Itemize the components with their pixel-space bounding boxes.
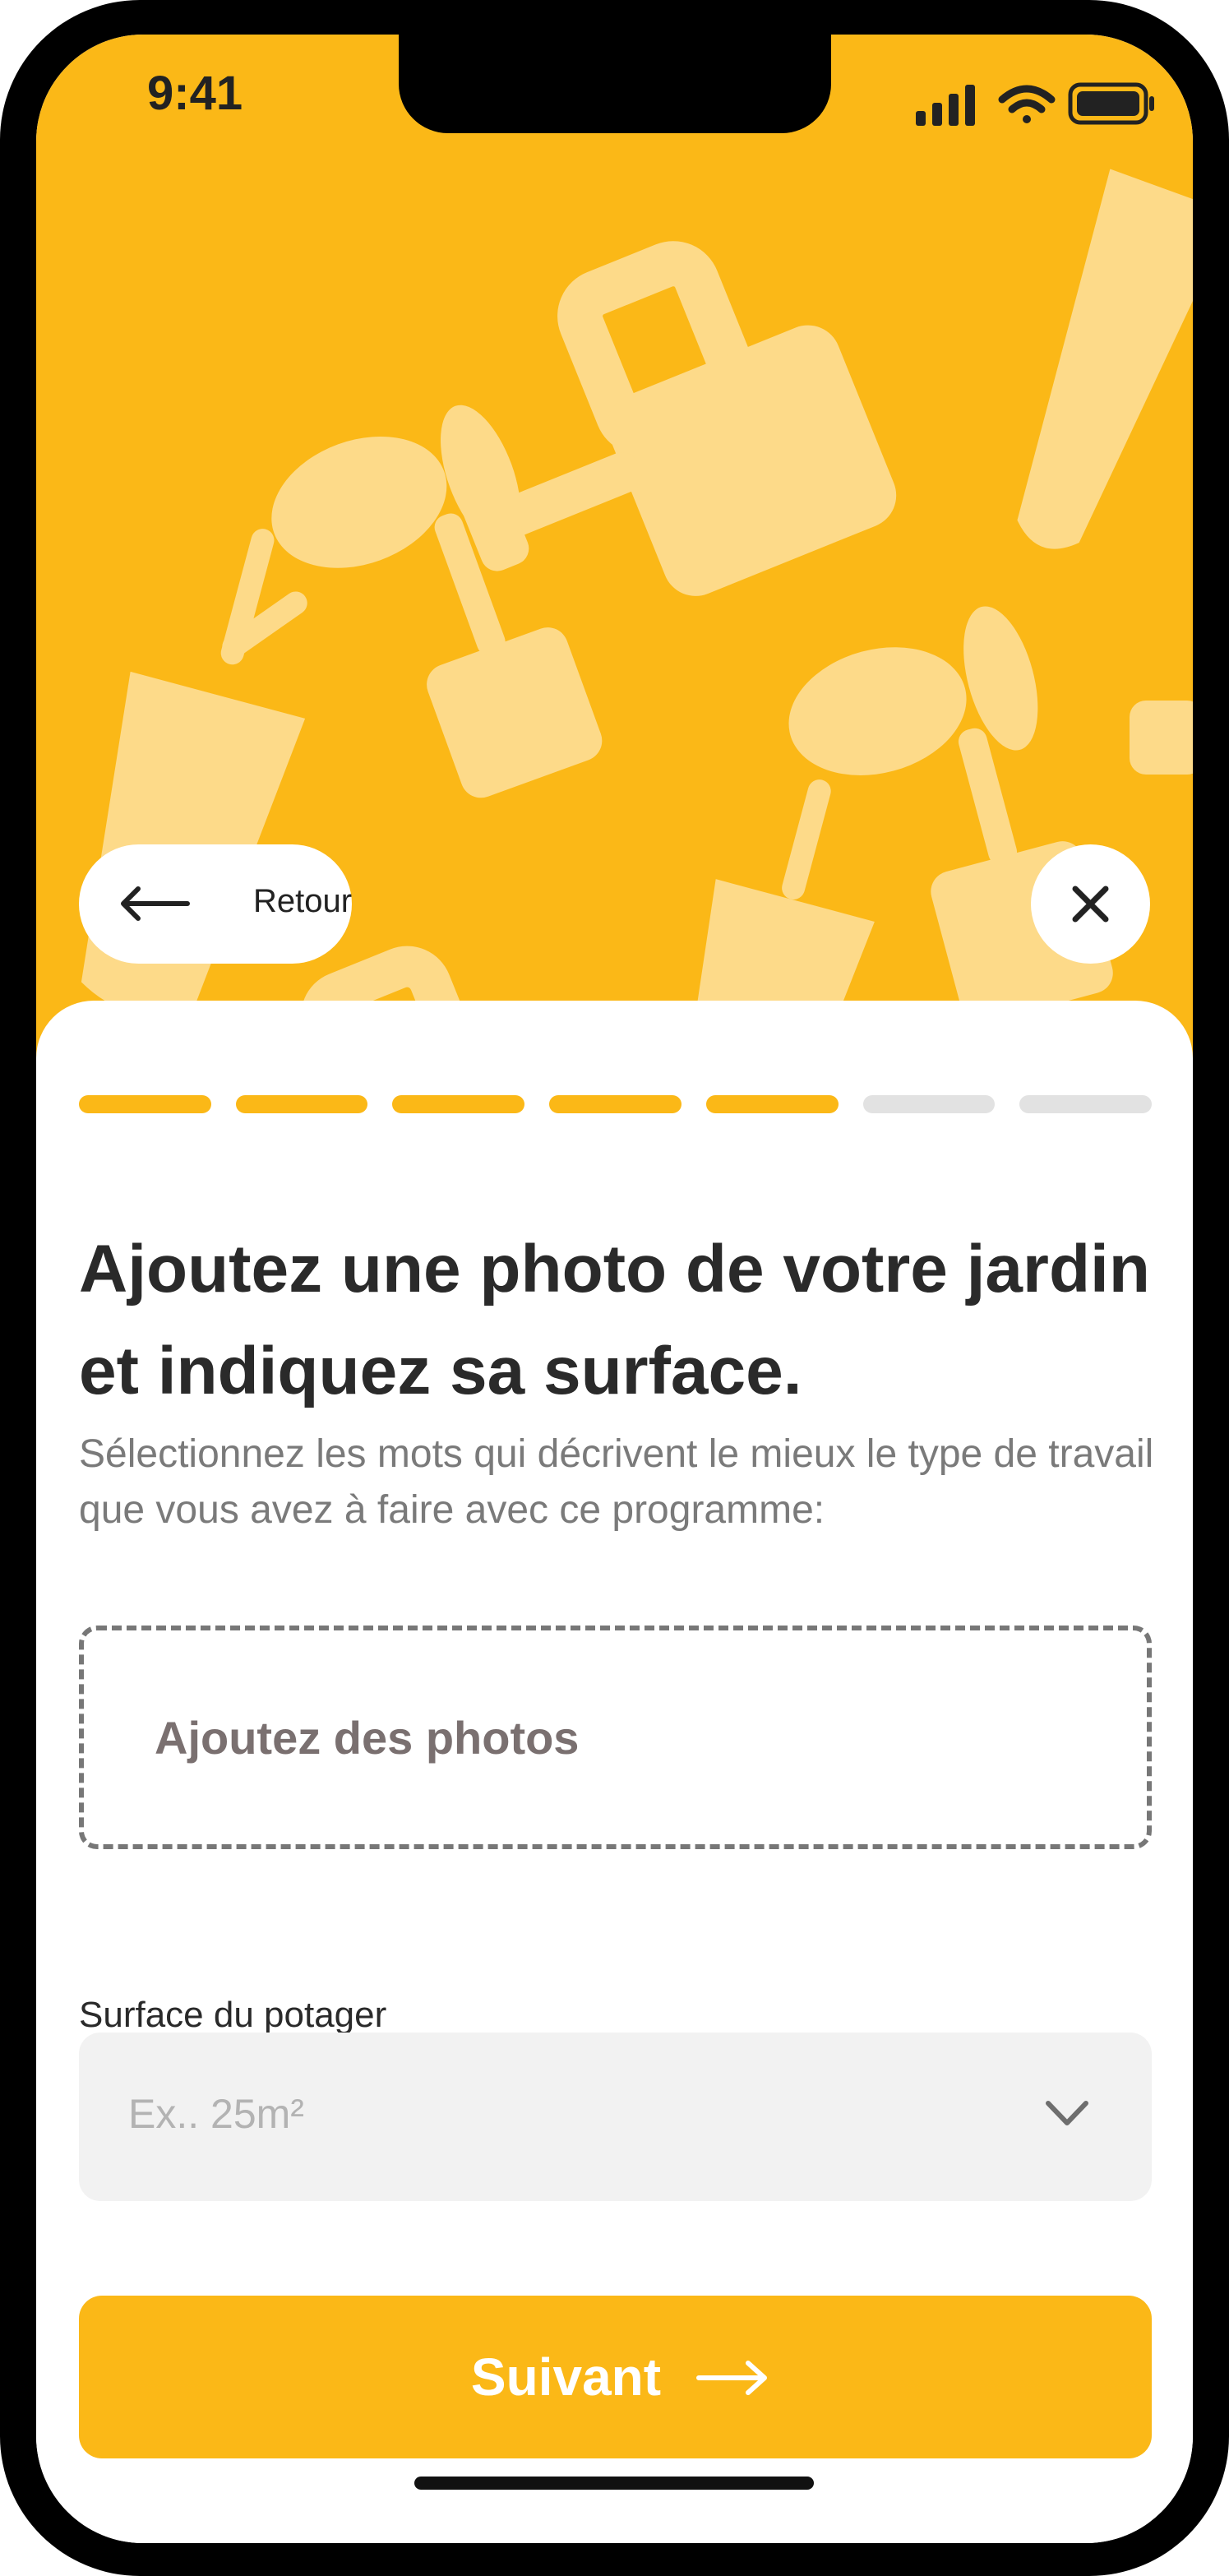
progress-step bbox=[549, 1095, 681, 1113]
surface-select[interactable]: Ex.. 25m² bbox=[79, 2033, 1152, 2201]
step-progress bbox=[79, 1095, 1153, 1113]
progress-step bbox=[79, 1095, 211, 1113]
hero-banner: 9:41 Retour bbox=[36, 35, 1193, 1071]
arrow-left-icon bbox=[121, 886, 190, 921]
progress-step bbox=[705, 1095, 839, 1113]
page-title: Ajoutez une photo de votre jardin et ind… bbox=[79, 1232, 1150, 1408]
back-button-label: Retour bbox=[253, 883, 353, 919]
surface-field-label: Surface du potager bbox=[79, 1995, 387, 2035]
progress-step bbox=[1019, 1095, 1153, 1113]
close-icon bbox=[1072, 886, 1109, 923]
screen: 9:41 Retour Ajoutez une photo de votre j… bbox=[36, 35, 1193, 2543]
camera-notch bbox=[399, 35, 831, 133]
progress-step bbox=[392, 1095, 525, 1113]
battery-icon bbox=[1068, 82, 1154, 125]
arrow-right-icon bbox=[696, 2361, 767, 2395]
next-button-label: Suivant bbox=[470, 2347, 662, 2407]
progress-step bbox=[862, 1095, 996, 1113]
status-time: 9:41 bbox=[147, 67, 243, 120]
back-button[interactable]: Retour bbox=[79, 844, 352, 964]
upload-label: Ajoutez des photos bbox=[155, 1712, 580, 1764]
chevron-down-icon bbox=[1046, 2101, 1088, 2125]
next-button[interactable]: Suivant bbox=[79, 2296, 1152, 2458]
photo-upload-dropzone[interactable]: Ajoutez des photos bbox=[79, 1626, 1152, 1849]
close-button[interactable] bbox=[1031, 844, 1150, 964]
surface-select-placeholder: Ex.. 25m² bbox=[128, 2091, 304, 2137]
status-icons bbox=[916, 82, 1154, 126]
phone-frame: 9:41 Retour Ajoutez une photo de votre j… bbox=[0, 0, 1229, 2576]
page-subtitle: Sélectionnez les mots qui décrivent le m… bbox=[79, 1432, 1154, 1532]
progress-step bbox=[235, 1095, 368, 1113]
signal-icon bbox=[916, 85, 975, 126]
wifi-icon bbox=[998, 85, 1056, 123]
home-indicator[interactable] bbox=[414, 2477, 814, 2490]
